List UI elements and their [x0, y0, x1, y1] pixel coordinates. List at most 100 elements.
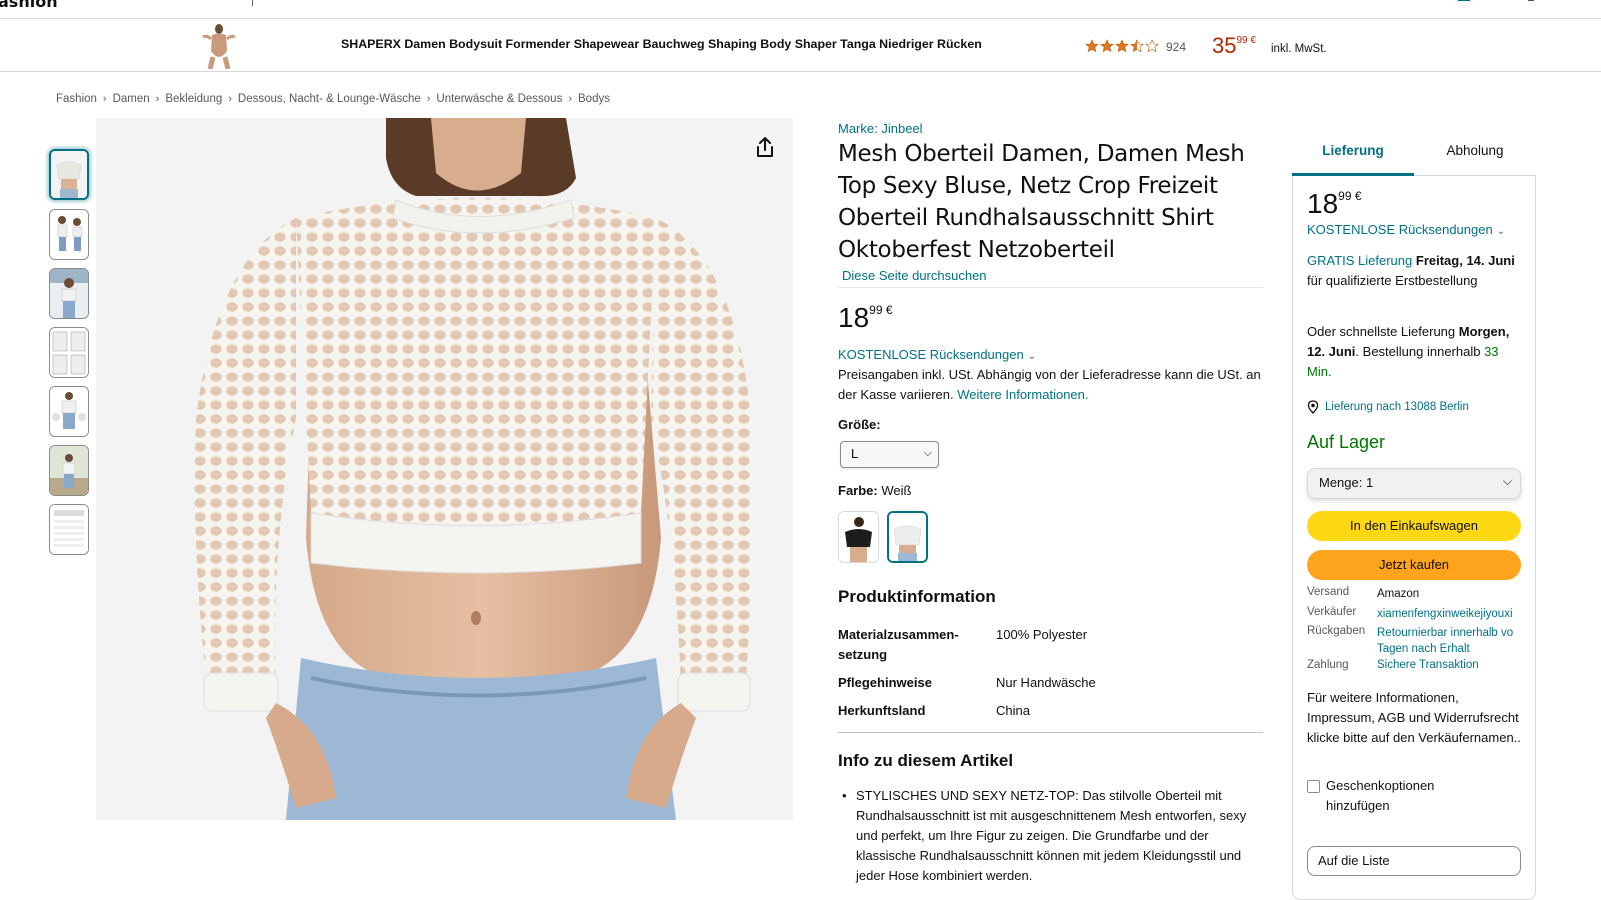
- image-thumbnail[interactable]: [49, 386, 89, 437]
- price-fraction: 99 €: [1338, 189, 1362, 203]
- image-thumbnail[interactable]: [49, 327, 89, 378]
- color-swatch-white[interactable]: [887, 511, 928, 563]
- returns-policy-link[interactable]: Retournierbar innerhalb vo Tagen nach Erh…: [1377, 625, 1523, 657]
- breadcrumb-item[interactable]: Unterwäsche & Dessous: [436, 93, 562, 105]
- returns-policy-line: Tagen nach Erhalt: [1377, 643, 1470, 655]
- divider: [838, 287, 1263, 288]
- color-swatch-black[interactable]: [838, 511, 879, 563]
- price-fraction: 99 €: [869, 303, 893, 317]
- product-info-value: 100% Polyester: [996, 627, 1088, 642]
- breadcrumb-item[interactable]: Damen: [113, 93, 150, 105]
- sticky-product-bar: SHAPERX Damen Bodysuit Formender Shapewe…: [0, 20, 1601, 72]
- more-info-link[interactable]: Weitere Informationen.: [957, 387, 1088, 402]
- chevron-down-icon: ⌵: [1502, 474, 1512, 488]
- payment-label: Zahlung: [1307, 659, 1349, 671]
- secure-transaction-link[interactable]: Sichere Transaktion: [1377, 657, 1523, 673]
- share-icon[interactable]: [753, 135, 777, 159]
- seller-label: Verkäufer: [1307, 606, 1357, 618]
- breadcrumb-item[interactable]: Dessous, Nacht- & Lounge-Wäsche: [238, 93, 421, 105]
- image-thumbnail[interactable]: [49, 209, 89, 260]
- star-half-icon: [1130, 39, 1144, 53]
- gift-option[interactable]: Geschenkoptionen hinzufügen: [1307, 776, 1496, 816]
- delivery-location[interactable]: Lieferung nach 13088 Berlin: [1307, 400, 1469, 414]
- size-label: Größe:: [838, 417, 881, 432]
- image-thumbnail[interactable]: [49, 504, 89, 555]
- nav-link-fragment[interactable]: [1458, 0, 1470, 1]
- breadcrumb-separator: ›: [228, 93, 232, 105]
- fastest-delivery-intro: Oder schnellste Lieferung: [1307, 324, 1459, 339]
- tab-pickup[interactable]: Abholung: [1414, 138, 1536, 176]
- size-value: L: [851, 446, 859, 461]
- product-info-key: Materialzusammen-setzung: [838, 627, 959, 662]
- star-empty-icon: [1145, 39, 1159, 53]
- breadcrumb-separator: ›: [568, 93, 572, 105]
- buybox-free-returns-link[interactable]: KOSTENLOSE Rücksendungen ⌄: [1307, 220, 1523, 242]
- returns-label: Rückgaben: [1307, 625, 1366, 637]
- fastest-delivery-rest: . Bestellung innerhalb: [1355, 344, 1485, 359]
- tax-note: Preisangaben inkl. USt. Abhängig von der…: [838, 365, 1263, 405]
- breadcrumb-item[interactable]: Bekleidung: [165, 93, 222, 105]
- image-thumbnail[interactable]: [49, 149, 89, 200]
- stock-status: Auf Lager: [1307, 432, 1386, 452]
- feature-bullets: STYLISCHES UND SEXY NETZ-TOP: Das stilvo…: [838, 786, 1263, 896]
- product-title: Mesh Oberteil Damen, Damen Mesh Top Sexy…: [838, 141, 1245, 263]
- shipping-label: Versand: [1307, 586, 1350, 598]
- delivery-location-label: Lieferung nach 13088 Berlin: [1325, 401, 1469, 413]
- fastest-delivery-info: Oder schnellste Lieferung Morgen, 12. Ju…: [1307, 322, 1523, 382]
- sticky-product-thumbnail[interactable]: [197, 23, 241, 69]
- free-delivery-info: GRATIS Lieferung Freitag, 14. Juni für q…: [1307, 251, 1523, 291]
- breadcrumb-separator: ›: [155, 93, 160, 105]
- site-brand-text[interactable]: ashion: [0, 0, 58, 11]
- free-delivery-date: Freitag, 14. Juni: [1415, 253, 1515, 268]
- star-icon: [1100, 39, 1114, 53]
- divider: [838, 732, 1263, 733]
- free-returns-link[interactable]: KOSTENLOSE Rücksendungen ⌄: [838, 347, 1036, 362]
- breadcrumb: Fashion › Damen › Bekleidung › Dessous, Nac…: [56, 93, 610, 105]
- gift-checkbox[interactable]: [1307, 780, 1320, 793]
- tab-delivery[interactable]: Lieferung: [1292, 138, 1414, 176]
- nav-link-fragment[interactable]: [1528, 0, 1534, 1]
- price-whole: 18: [838, 302, 870, 333]
- rating-count[interactable]: 924: [1166, 40, 1186, 54]
- vat-note: inkl. MwSt.: [1271, 43, 1327, 55]
- star-icon: [1085, 39, 1099, 53]
- star-icon: [1115, 39, 1129, 53]
- top-nav-bar: ashion: [0, 0, 1601, 19]
- sticky-price: 3599 €: [1212, 33, 1256, 59]
- sticky-product-title[interactable]: SHAPERX Damen Bodysuit Formender Shapewe…: [341, 37, 982, 51]
- quantity-select[interactable]: Menge: 1 ⌵: [1307, 468, 1521, 499]
- chevron-down-icon: ⌄: [1027, 351, 1037, 362]
- add-to-list-button[interactable]: Auf die Liste: [1307, 846, 1521, 876]
- image-thumbnail[interactable]: [49, 268, 89, 319]
- nav-separator: [252, 0, 253, 6]
- add-to-cart-button[interactable]: In den Einkaufswagen: [1307, 511, 1521, 541]
- image-thumbnail[interactable]: [49, 445, 89, 496]
- price-whole: 18: [1307, 188, 1339, 219]
- product-info-key: Herkunftsland: [838, 703, 926, 718]
- breadcrumb-item[interactable]: Bodys: [578, 93, 610, 105]
- location-pin-icon: [1307, 400, 1319, 414]
- quantity-value: Menge: 1: [1319, 475, 1374, 490]
- rating-stars[interactable]: [1085, 39, 1159, 53]
- main-product-image[interactable]: [96, 118, 793, 820]
- breadcrumb-item[interactable]: Fashion: [56, 93, 97, 105]
- seller-link[interactable]: xiamenfengxinweikejiyouxi: [1377, 606, 1523, 622]
- color-label: Farbe: Weiß: [838, 483, 911, 498]
- feature-bullet: STYLISCHES UND SEXY NETZ-TOP: Das stilvo…: [838, 786, 1263, 886]
- about-item-heading: Info zu diesem Artikel: [838, 751, 1014, 770]
- free-delivery-link[interactable]: GRATIS Lieferung: [1307, 253, 1412, 268]
- product-price: 1899 €: [838, 302, 893, 334]
- buy-box: 1899 € KOSTENLOSE Rücksendungen ⌄ GRATIS …: [1292, 176, 1536, 900]
- size-select[interactable]: L ⌵: [840, 441, 939, 468]
- buybox-price: 1899 €: [1307, 188, 1362, 220]
- product-info-value: Nur Handwäsche: [996, 675, 1096, 690]
- brand-link[interactable]: Marke: Jinbeel: [838, 121, 923, 136]
- free-returns-label: KOSTENLOSE Rücksendungen: [838, 347, 1024, 362]
- price-fraction: 99 €: [1236, 35, 1256, 46]
- search-page-link[interactable]: Diese Seite durchsuchen: [842, 268, 987, 283]
- chevron-down-icon: ⌄: [1496, 226, 1506, 237]
- delivery-tabs: Lieferung Abholung: [1292, 138, 1536, 176]
- product-info-heading: Produktinformation: [838, 587, 996, 606]
- price-whole: 35: [1212, 33, 1237, 58]
- buy-now-button[interactable]: Jetzt kaufen: [1307, 550, 1521, 580]
